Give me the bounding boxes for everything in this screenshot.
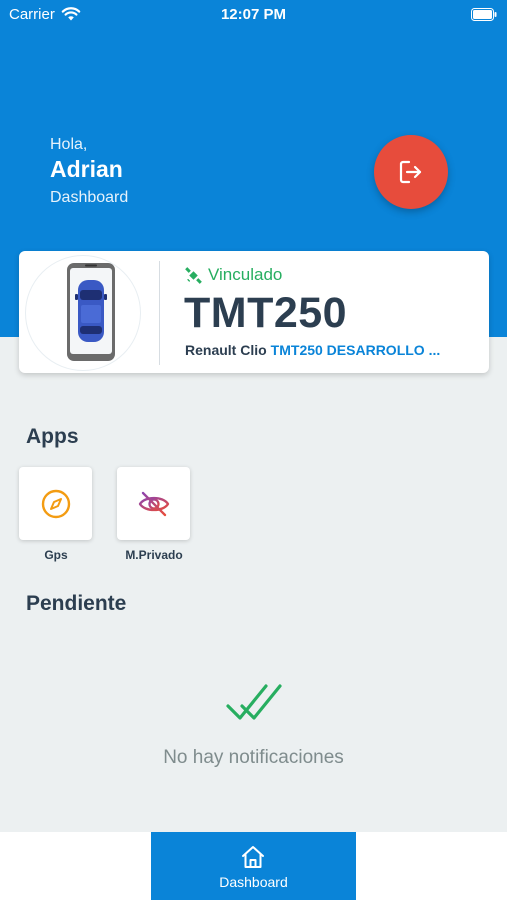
tab-dashboard[interactable]: Dashboard (151, 832, 356, 900)
vehicle-plate: TMT250 (184, 289, 348, 337)
greeting-text: Hola, (50, 136, 88, 153)
vehicle-card[interactable]: Vinculado TMT250 Renault Clio TMT250 DESA… (19, 251, 489, 373)
apps-title: Apps (26, 425, 79, 448)
app-gps-label: Gps (44, 548, 68, 562)
link-status-text: Vinculado (208, 265, 283, 284)
tab-bar: Dashboard (0, 832, 507, 900)
page-subtitle: Dashboard (50, 189, 129, 206)
tab-dashboard-label: Dashboard (219, 874, 288, 890)
eye-off-icon (138, 491, 169, 516)
user-name: Adrian (50, 156, 123, 182)
vehicle-info: Renault Clio TMT250 DESARROLLO ... (185, 342, 440, 358)
link-status: Vinculado (185, 265, 282, 285)
compass-icon (41, 489, 70, 518)
status-bar: Carrier 12:07 PM (0, 0, 507, 28)
pending-title: Pendiente (26, 592, 127, 615)
vehicle-model: Renault Clio (185, 342, 267, 358)
battery-icon (471, 8, 497, 21)
logout-icon (399, 160, 422, 184)
phone-car-icon (67, 263, 115, 361)
card-divider (159, 261, 160, 365)
vehicle-image-frame (25, 255, 141, 371)
app-private-mode-label: M.Privado (125, 548, 183, 562)
double-check-icon (226, 684, 282, 720)
home-icon (242, 846, 264, 868)
empty-notifications-text: No hay notificaciones (163, 747, 344, 768)
logout-button[interactable] (374, 135, 448, 209)
satellite-icon (185, 266, 202, 284)
app-private-mode-button[interactable] (117, 467, 190, 540)
app-gps-button[interactable] (19, 467, 92, 540)
clock-time: 12:07 PM (220, 6, 287, 23)
vehicle-description: TMT250 DESARROLLO ... (270, 342, 441, 358)
